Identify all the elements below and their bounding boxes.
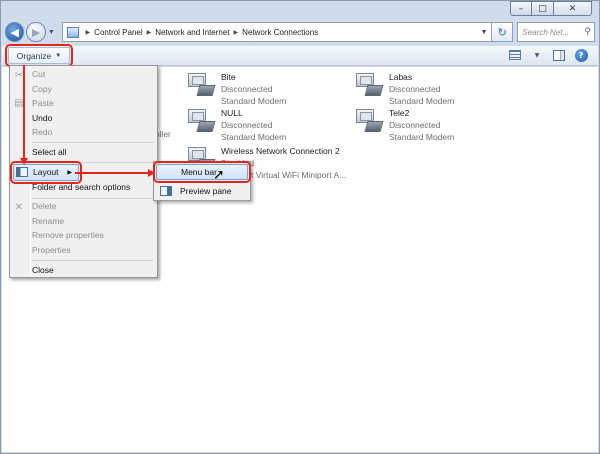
connection-device: Standard Modem bbox=[389, 96, 455, 106]
chevron-right-icon: ▶ bbox=[67, 170, 72, 176]
connection-device: Standard Modem bbox=[221, 132, 287, 142]
chevron-right-icon[interactable]: ▶ bbox=[147, 29, 152, 36]
close-button[interactable]: ✕ bbox=[554, 1, 592, 16]
menu-item-cut[interactable]: Cut bbox=[32, 67, 45, 81]
menu-item-remove-properties[interactable]: Remove properties bbox=[32, 228, 104, 242]
layout-label: Layout bbox=[33, 167, 59, 177]
menu-item-delete[interactable]: Delete bbox=[32, 199, 57, 213]
preview-pane-button[interactable] bbox=[552, 49, 566, 61]
more-options-dropdown[interactable]: ▼ bbox=[530, 49, 544, 61]
annotation-arrow bbox=[23, 65, 25, 158]
connection-status: Disconnected bbox=[221, 120, 273, 130]
forward-button[interactable]: ▶ bbox=[26, 22, 46, 42]
back-button[interactable]: ◀ bbox=[5, 22, 25, 42]
layout-submenu: Menu bar Preview pane bbox=[153, 161, 251, 201]
annotation-arrow bbox=[75, 172, 148, 174]
views-icon bbox=[509, 50, 521, 60]
search-icon[interactable]: ⚲ bbox=[584, 27, 591, 37]
maximize-button[interactable]: □ bbox=[532, 1, 554, 16]
dialup-connection-icon bbox=[186, 107, 216, 135]
layout-icon bbox=[16, 167, 28, 177]
list-item[interactable]: Labas Disconnected Standard Modem bbox=[354, 71, 454, 107]
menu-separator bbox=[32, 260, 154, 261]
breadcrumb-network-connections[interactable]: Network Connections bbox=[242, 28, 318, 37]
dialup-connection-icon bbox=[186, 71, 216, 99]
help-button[interactable]: ? bbox=[574, 48, 588, 62]
connection-device: Standard Modem bbox=[389, 132, 455, 142]
help-icon: ? bbox=[574, 48, 588, 62]
menu-item-select-all[interactable]: Select all bbox=[32, 145, 67, 159]
chevron-right-icon[interactable]: ▶ bbox=[234, 29, 239, 36]
menu-item-rename[interactable]: Rename bbox=[32, 214, 64, 228]
submenu-item-preview-pane[interactable]: Preview pane bbox=[156, 183, 248, 199]
menu-item-copy[interactable]: Copy bbox=[32, 82, 52, 96]
annotation-arrowhead bbox=[148, 169, 155, 177]
change-view-button[interactable] bbox=[508, 49, 522, 61]
command-bar-right: ▼ ? bbox=[508, 48, 588, 62]
mouse-cursor-icon: ➚ bbox=[213, 167, 225, 183]
organize-button[interactable]: Organize ▼ bbox=[5, 44, 73, 67]
connection-name: Bite bbox=[221, 72, 236, 82]
menu-bar-label: Menu bar bbox=[181, 167, 217, 177]
command-bar: Organize ▼ ▼ ? bbox=[2, 44, 598, 67]
chevron-right-icon[interactable]: ▶ bbox=[86, 29, 91, 36]
breadcrumb-control-panel[interactable]: Control Panel bbox=[94, 28, 142, 37]
caption-buttons: – □ ✕ bbox=[510, 1, 592, 16]
list-item[interactable]: Bite Disconnected Standard Modem bbox=[186, 71, 286, 107]
menu-item-paste[interactable]: Paste bbox=[32, 96, 54, 110]
submenu-item-menu-bar[interactable]: Menu bar bbox=[153, 161, 251, 183]
breadcrumb-network-and-internet[interactable]: Network and Internet bbox=[155, 28, 229, 37]
menu-item-folder-options[interactable]: Folder and search options bbox=[32, 180, 130, 194]
address-history-dropdown[interactable]: ▼ bbox=[477, 23, 491, 41]
organize-label: Organize bbox=[16, 50, 52, 61]
menu-item-layout[interactable]: Layout ▶ bbox=[10, 161, 82, 184]
list-item[interactable]: Tele2 Disconnected Standard Modem bbox=[354, 107, 454, 143]
connection-name: Tele2 bbox=[389, 108, 410, 118]
chevron-down-icon: ▼ bbox=[55, 52, 62, 59]
search-input[interactable]: Search Net... ⚲ bbox=[517, 22, 595, 42]
menu-separator bbox=[32, 142, 154, 143]
connection-device: Standard Modem bbox=[221, 96, 287, 106]
menu-item-close[interactable]: Close bbox=[32, 263, 54, 277]
preview-pane-label: Preview pane bbox=[180, 186, 232, 196]
dialup-connection-icon bbox=[354, 71, 384, 99]
explorer-window: – □ ✕ ◀ ▶ ▼ ▶ Control Panel ▶ Network an… bbox=[0, 0, 600, 454]
connection-device: t Virtual WiFi Miniport A... bbox=[251, 170, 347, 180]
control-panel-icon bbox=[66, 26, 79, 38]
minimize-button[interactable]: – bbox=[510, 1, 532, 16]
menu-item-redo[interactable]: Redo bbox=[32, 125, 52, 139]
connection-name: Wireless Network Connection 2 bbox=[221, 146, 340, 156]
menu-item-properties[interactable]: Properties bbox=[32, 243, 71, 257]
refresh-button[interactable]: ↻ bbox=[492, 22, 514, 42]
delete-icon: ✕ bbox=[14, 201, 24, 213]
connection-name: NULL bbox=[221, 108, 243, 118]
list-item[interactable]: NULL Disconnected Standard Modem bbox=[186, 107, 286, 143]
connection-status: Disconnected bbox=[389, 120, 441, 130]
annotation-arrowhead bbox=[20, 158, 28, 165]
preview-pane-icon bbox=[553, 49, 565, 61]
connection-status: Disconnected bbox=[221, 84, 273, 94]
menu-item-undo[interactable]: Undo bbox=[32, 111, 52, 125]
address-bar[interactable]: ▶ Control Panel ▶ Network and Internet ▶… bbox=[61, 22, 493, 42]
navigation-bar: ◀ ▶ ▼ ▶ Control Panel ▶ Network and Inte… bbox=[5, 20, 595, 44]
connection-name: Labas bbox=[389, 72, 413, 82]
dialup-connection-icon bbox=[354, 107, 384, 135]
search-placeholder: Search Net... bbox=[522, 27, 570, 37]
recent-pages-dropdown[interactable]: ▼ bbox=[48, 29, 56, 36]
menu-separator bbox=[32, 162, 154, 163]
preview-pane-icon bbox=[160, 186, 172, 196]
connection-status: Disconnected bbox=[389, 84, 441, 94]
